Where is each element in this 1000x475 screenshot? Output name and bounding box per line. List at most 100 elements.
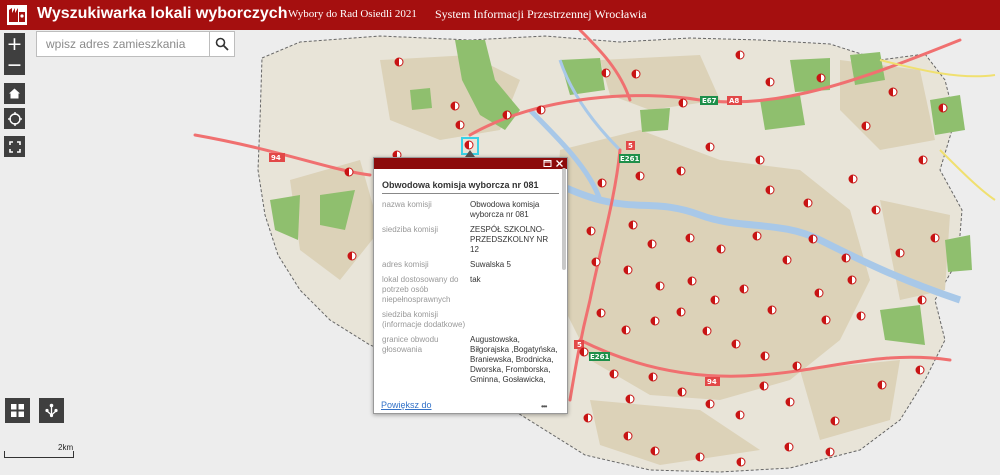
polling-station-marker[interactable] [759, 381, 769, 391]
polling-station-marker[interactable] [650, 446, 660, 456]
polling-station-marker[interactable] [677, 387, 687, 397]
polling-station-marker[interactable] [678, 98, 688, 108]
polling-station-marker[interactable] [888, 87, 898, 97]
polling-station-marker[interactable] [752, 231, 762, 241]
polling-station-marker[interactable] [625, 394, 635, 404]
polling-station-marker[interactable] [856, 311, 866, 321]
elections-link[interactable]: Wybory do Rad Osiedli 2021 [288, 8, 417, 20]
polling-station-marker[interactable] [596, 308, 606, 318]
polling-station-marker[interactable] [785, 397, 795, 407]
field-value: tak [470, 275, 481, 284]
polling-station-marker[interactable] [735, 50, 745, 60]
search-button[interactable] [209, 32, 234, 56]
polling-station-marker[interactable] [767, 305, 777, 315]
polling-station-marker[interactable] [685, 233, 695, 243]
polling-station-marker[interactable] [705, 399, 715, 409]
polling-station-marker[interactable] [450, 101, 460, 111]
close-icon[interactable] [555, 159, 564, 168]
polling-station-marker[interactable] [648, 372, 658, 382]
polling-station-marker[interactable] [586, 226, 596, 236]
polling-station-marker[interactable] [676, 166, 686, 176]
polling-station-marker[interactable] [464, 140, 474, 150]
polling-station-marker[interactable] [825, 447, 835, 457]
polling-station-marker[interactable] [765, 77, 775, 87]
polling-station-marker[interactable] [760, 351, 770, 361]
polling-station-marker[interactable] [739, 284, 749, 294]
polling-station-marker[interactable] [731, 339, 741, 349]
polling-station-marker[interactable] [792, 361, 802, 371]
polling-station-marker[interactable] [716, 244, 726, 254]
polling-station-marker[interactable] [635, 171, 645, 181]
polling-station-marker[interactable] [816, 73, 826, 83]
locate-button[interactable] [4, 108, 25, 129]
field-value: Suwalska 5 [470, 260, 511, 269]
fullscreen-button[interactable] [4, 136, 25, 157]
zoom-to-link[interactable]: Powiększ do [381, 400, 432, 410]
polling-station-marker[interactable] [848, 174, 858, 184]
polling-station-marker[interactable] [597, 178, 607, 188]
polling-station-marker[interactable] [895, 248, 905, 258]
polling-station-marker[interactable] [647, 239, 657, 249]
field-label: adres komisji [382, 260, 429, 269]
polling-station-marker[interactable] [536, 105, 546, 115]
search-input[interactable] [37, 32, 203, 56]
sip-link[interactable]: System Informacji Przestrzennej Wrocławi… [435, 7, 647, 22]
polling-station-marker[interactable] [455, 120, 465, 130]
polling-station-marker[interactable] [736, 457, 746, 467]
polling-station-marker[interactable] [784, 442, 794, 452]
polling-station-marker[interactable] [814, 288, 824, 298]
zoom-out-button[interactable]: − [4, 54, 25, 76]
polling-station-marker[interactable] [394, 57, 404, 67]
polling-station-marker[interactable] [803, 198, 813, 208]
polling-station-marker[interactable] [847, 275, 857, 285]
zoom-in-button[interactable]: + [4, 33, 25, 55]
scale-label: 2km [58, 443, 74, 452]
polling-station-marker[interactable] [347, 251, 357, 261]
polling-station-marker[interactable] [609, 369, 619, 379]
polling-station-marker[interactable] [915, 365, 925, 375]
polling-station-marker[interactable] [821, 315, 831, 325]
polling-station-marker[interactable] [650, 316, 660, 326]
polling-station-marker[interactable] [808, 234, 818, 244]
polling-station-marker[interactable] [631, 69, 641, 79]
polling-station-marker[interactable] [782, 255, 792, 265]
polling-station-marker[interactable] [628, 220, 638, 230]
polling-station-marker[interactable] [830, 416, 840, 426]
polling-station-marker[interactable] [579, 347, 589, 357]
polling-station-marker[interactable] [344, 167, 354, 177]
polling-station-marker[interactable] [755, 155, 765, 165]
polling-station-marker[interactable] [695, 452, 705, 462]
home-button[interactable] [4, 83, 25, 104]
polling-station-marker[interactable] [735, 410, 745, 420]
polling-station-marker[interactable] [676, 307, 686, 317]
polling-station-marker[interactable] [930, 233, 940, 243]
polling-station-marker[interactable] [591, 257, 601, 267]
maximize-icon[interactable] [543, 159, 552, 168]
polling-station-marker[interactable] [841, 253, 851, 263]
polling-station-marker[interactable] [583, 413, 593, 423]
grid-icon [11, 404, 24, 417]
polling-station-marker[interactable] [687, 276, 697, 286]
polling-station-marker[interactable] [623, 265, 633, 275]
share-button[interactable] [39, 398, 64, 423]
polling-station-marker[interactable] [502, 110, 512, 120]
polling-station-marker[interactable] [601, 68, 611, 78]
popup-scrollbar[interactable] [562, 168, 566, 270]
field-value [470, 310, 559, 330]
polling-station-marker[interactable] [918, 155, 928, 165]
basemap-gallery-button[interactable] [5, 398, 30, 423]
polling-station-marker[interactable] [765, 185, 775, 195]
polling-station-marker[interactable] [702, 326, 712, 336]
polling-station-marker[interactable] [705, 142, 715, 152]
road-label-e261: E261 [620, 155, 640, 163]
polling-station-marker[interactable] [655, 281, 665, 291]
polling-station-marker[interactable] [710, 295, 720, 305]
polling-station-marker[interactable] [621, 325, 631, 335]
polling-station-marker[interactable] [877, 380, 887, 390]
polling-station-marker[interactable] [917, 295, 927, 305]
polling-station-marker[interactable] [861, 121, 871, 131]
polling-station-marker[interactable] [938, 103, 948, 113]
polling-station-marker[interactable] [871, 205, 881, 215]
polling-station-marker[interactable] [623, 431, 633, 441]
more-options-icon[interactable]: ••• [541, 402, 547, 411]
